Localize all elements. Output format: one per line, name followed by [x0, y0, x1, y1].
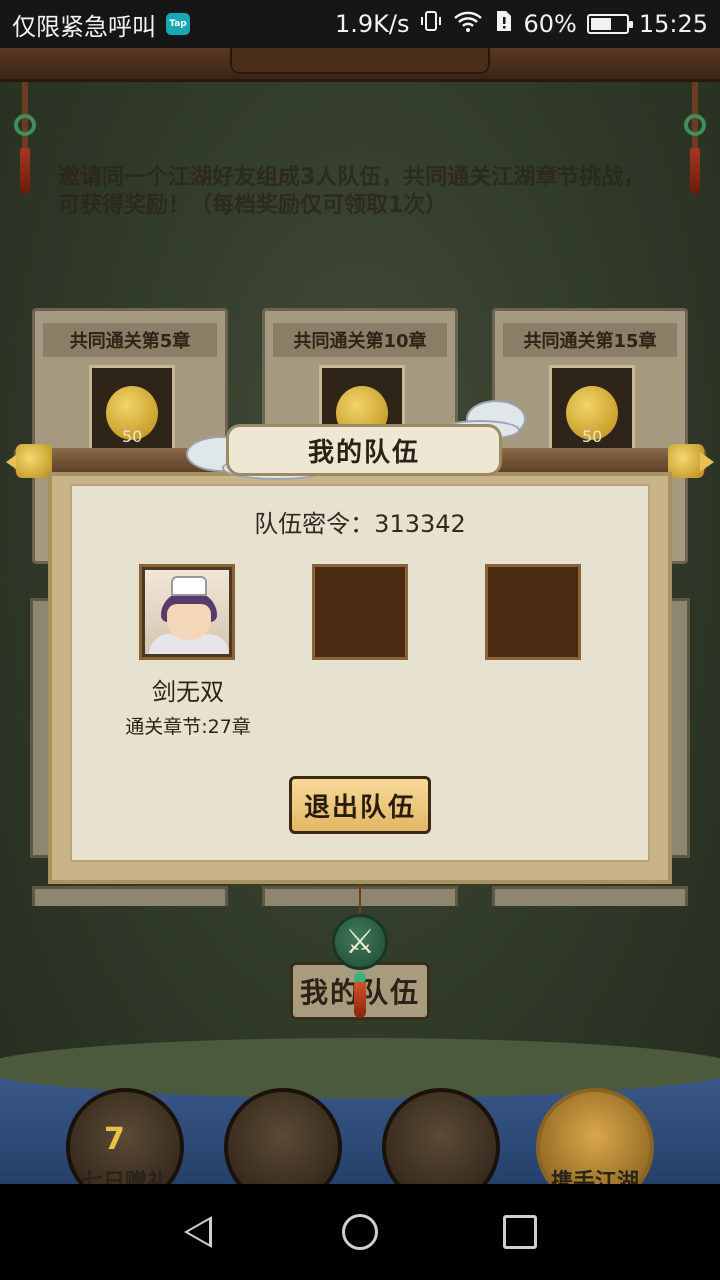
back-icon[interactable]	[184, 1216, 212, 1248]
reward-card-title: 共同通关第15章	[503, 323, 677, 357]
navigation-bar	[0, 1184, 720, 1280]
left-jade-ornament-icon	[14, 114, 36, 136]
seven-day-gift-label: 七日赠礼	[80, 1170, 169, 1184]
member-name: 剑无双	[152, 678, 224, 706]
reward-card-title: 共同通关第5章	[43, 323, 217, 357]
member-slot-3-empty[interactable]	[485, 564, 581, 660]
together-jianghu-label: 携手江湖	[550, 1170, 639, 1184]
crossed-swords-icon: ⚔	[332, 914, 388, 970]
sim-alert-icon	[493, 9, 513, 39]
exit-team-button[interactable]: 退出队伍	[289, 776, 431, 834]
recent-apps-icon[interactable]	[503, 1215, 537, 1249]
member-slot-1[interactable]	[139, 564, 235, 660]
vibrate-icon	[419, 9, 443, 39]
reward-count: 50	[582, 427, 603, 446]
rod-cap-right-icon	[668, 444, 704, 478]
team-code: 队伍密令：313342	[254, 510, 466, 538]
wifi-icon	[453, 9, 483, 39]
left-tassel-icon	[20, 148, 30, 194]
top-frame	[0, 48, 720, 82]
battery-icon	[586, 14, 633, 34]
reward-item-slot[interactable]: 50	[549, 365, 635, 451]
background-card-bottom	[32, 886, 228, 906]
medal-string	[359, 878, 361, 918]
network-speed: 1.9K/s	[334, 10, 410, 38]
red-tassel-icon	[354, 982, 366, 1018]
home-icon[interactable]	[342, 1214, 378, 1250]
rod-cap-left-icon	[16, 444, 52, 478]
right-jade-ornament-icon	[684, 114, 706, 136]
game-screen: 邀请同一个江湖好友组成3人队伍，共同通关江湖章节挑战，可获得奖励！（每档奖励仅可…	[0, 48, 720, 1184]
avatar	[145, 570, 229, 654]
dialog-title: 我的队伍	[226, 424, 502, 476]
clock: 15:25	[638, 10, 708, 38]
gift-day-number: 7	[104, 1122, 125, 1157]
reward-card-title: 共同通关第10章	[273, 323, 447, 357]
taptap-app-icon: Tap	[166, 13, 190, 35]
battery-percent: 60%	[523, 10, 577, 38]
status-bar: 仅限紧急呼叫 Tap 1.9K/s 60% 15:25	[0, 0, 720, 48]
background-card-bottom	[492, 886, 688, 906]
reward-item-slot[interactable]: 50	[89, 365, 175, 451]
reward-count: 50	[122, 427, 143, 446]
member-slot-2-empty[interactable]	[312, 564, 408, 660]
carrier-text: 仅限紧急呼叫	[12, 12, 156, 41]
right-tassel-icon	[690, 148, 700, 194]
member-chapter-progress: 通关章节:27章	[125, 716, 251, 738]
rod-tip-right-icon	[700, 452, 714, 472]
event-description: 邀请同一个江湖好友组成3人队伍，共同通关江湖章节挑战，可获得奖励！（每档奖励仅可…	[58, 165, 646, 218]
